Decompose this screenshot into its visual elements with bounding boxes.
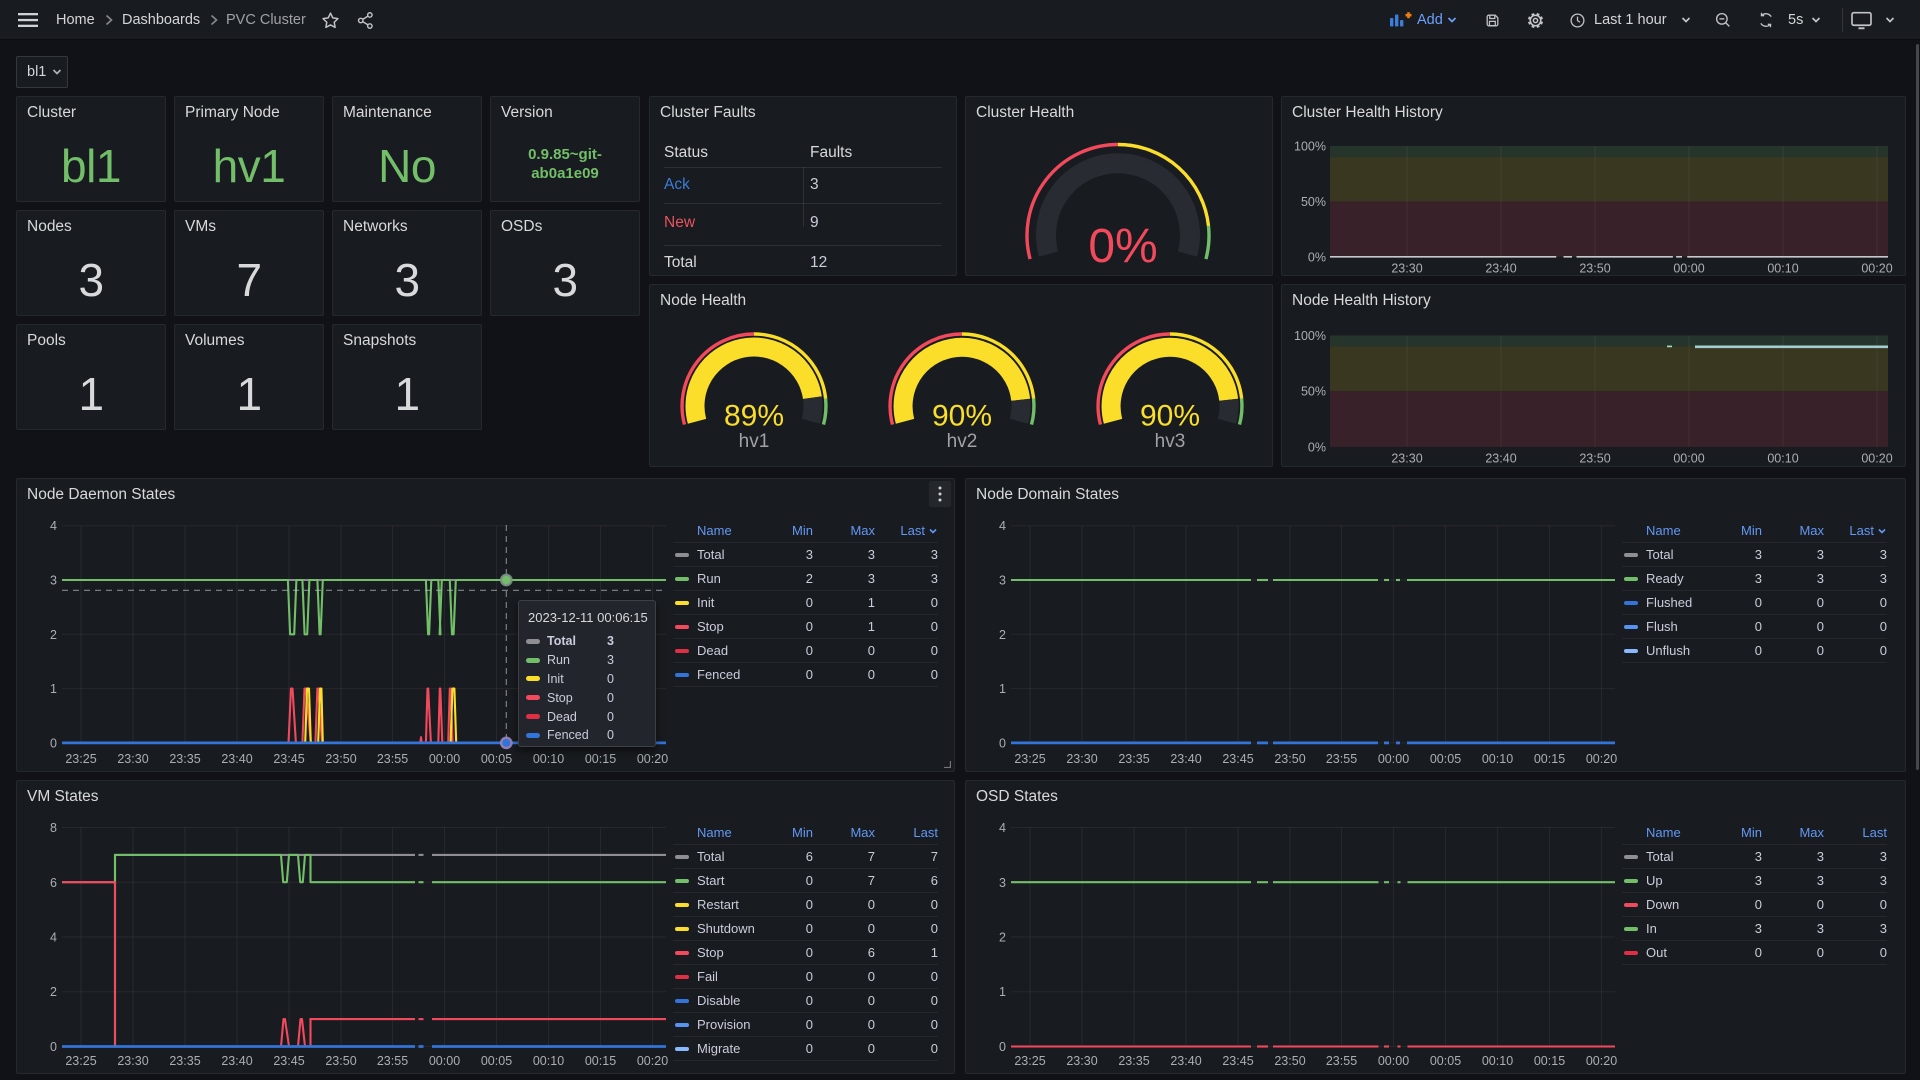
svg-text:23:35: 23:35	[1118, 1054, 1149, 1068]
svg-text:23:50: 23:50	[1274, 1054, 1305, 1068]
svg-text:23:35: 23:35	[169, 752, 200, 766]
svg-text:00:10: 00:10	[1482, 1054, 1513, 1068]
svg-text:23:50: 23:50	[1579, 451, 1610, 465]
svg-text:00:20: 00:20	[1861, 451, 1892, 465]
svg-text:23:30: 23:30	[1066, 752, 1097, 766]
svg-text:00:20: 00:20	[1586, 752, 1617, 766]
svg-text:00:15: 00:15	[1534, 752, 1565, 766]
svg-text:00:00: 00:00	[429, 1054, 460, 1068]
svg-text:23:25: 23:25	[1014, 1054, 1045, 1068]
svg-text:00:20: 00:20	[1586, 1054, 1617, 1068]
svg-text:23:45: 23:45	[273, 752, 304, 766]
svg-text:0%: 0%	[1308, 250, 1326, 264]
svg-text:2: 2	[999, 931, 1006, 945]
svg-text:0: 0	[50, 736, 57, 750]
svg-text:00:00: 00:00	[429, 752, 460, 766]
svg-text:00:20: 00:20	[637, 752, 668, 766]
svg-text:23:40: 23:40	[1485, 451, 1516, 465]
svg-text:23:30: 23:30	[117, 752, 148, 766]
svg-text:hv1: hv1	[739, 431, 770, 452]
svg-text:23:40: 23:40	[1170, 1054, 1201, 1068]
svg-text:8: 8	[50, 821, 57, 835]
svg-text:23:30: 23:30	[1391, 261, 1422, 275]
svg-text:23:50: 23:50	[1579, 261, 1610, 275]
svg-text:00:20: 00:20	[637, 1054, 668, 1068]
svg-text:50%: 50%	[1301, 195, 1326, 209]
svg-text:2: 2	[50, 985, 57, 999]
svg-text:3: 3	[999, 876, 1006, 890]
svg-text:00:15: 00:15	[585, 752, 616, 766]
svg-text:1: 1	[999, 985, 1006, 999]
svg-text:23:25: 23:25	[65, 1054, 96, 1068]
svg-text:00:00: 00:00	[1673, 261, 1704, 275]
svg-text:hv3: hv3	[1155, 431, 1186, 452]
svg-text:23:55: 23:55	[377, 752, 408, 766]
svg-text:23:55: 23:55	[1326, 752, 1357, 766]
svg-text:2: 2	[50, 628, 57, 642]
svg-text:23:45: 23:45	[273, 1054, 304, 1068]
svg-text:4: 4	[999, 821, 1006, 835]
svg-text:23:25: 23:25	[1014, 752, 1045, 766]
svg-text:4: 4	[50, 931, 57, 945]
svg-text:00:15: 00:15	[1534, 1054, 1565, 1068]
svg-text:23:50: 23:50	[325, 752, 356, 766]
svg-text:6: 6	[50, 876, 57, 890]
svg-text:0%: 0%	[1308, 440, 1326, 454]
svg-text:00:00: 00:00	[1378, 752, 1409, 766]
svg-text:90%: 90%	[1140, 400, 1200, 433]
svg-text:hv2: hv2	[947, 431, 978, 452]
svg-text:23:50: 23:50	[325, 1054, 356, 1068]
svg-text:23:45: 23:45	[1222, 1054, 1253, 1068]
svg-text:23:40: 23:40	[221, 1054, 252, 1068]
svg-text:100%: 100%	[1294, 329, 1326, 343]
svg-text:3: 3	[999, 574, 1006, 588]
svg-text:23:45: 23:45	[1222, 752, 1253, 766]
svg-text:0%: 0%	[1088, 220, 1157, 273]
svg-text:1: 1	[50, 682, 57, 696]
svg-text:00:00: 00:00	[1378, 1054, 1409, 1068]
svg-text:23:40: 23:40	[221, 752, 252, 766]
svg-text:23:40: 23:40	[1485, 261, 1516, 275]
svg-text:23:35: 23:35	[1118, 752, 1149, 766]
svg-text:0: 0	[999, 1040, 1006, 1054]
svg-text:00:10: 00:10	[1767, 451, 1798, 465]
svg-text:23:50: 23:50	[1274, 752, 1305, 766]
svg-text:4: 4	[999, 519, 1006, 533]
svg-text:00:05: 00:05	[1430, 1054, 1461, 1068]
svg-text:4: 4	[50, 519, 57, 533]
svg-text:00:20: 00:20	[1861, 261, 1892, 275]
svg-text:23:35: 23:35	[169, 1054, 200, 1068]
svg-text:89%: 89%	[724, 400, 784, 433]
svg-text:00:05: 00:05	[481, 1054, 512, 1068]
svg-text:23:30: 23:30	[117, 1054, 148, 1068]
svg-text:23:55: 23:55	[377, 1054, 408, 1068]
svg-text:23:30: 23:30	[1066, 1054, 1097, 1068]
svg-text:100%: 100%	[1294, 140, 1326, 154]
svg-text:00:15: 00:15	[585, 1054, 616, 1068]
svg-text:00:10: 00:10	[533, 1054, 564, 1068]
svg-text:2: 2	[999, 628, 1006, 642]
svg-text:00:05: 00:05	[481, 752, 512, 766]
svg-text:23:25: 23:25	[65, 752, 96, 766]
svg-text:0: 0	[999, 736, 1006, 750]
svg-text:23:55: 23:55	[1326, 1054, 1357, 1068]
svg-text:3: 3	[50, 574, 57, 588]
svg-text:1: 1	[999, 682, 1006, 696]
svg-text:00:10: 00:10	[533, 752, 564, 766]
svg-text:50%: 50%	[1301, 385, 1326, 399]
svg-text:0: 0	[50, 1040, 57, 1054]
svg-text:00:10: 00:10	[1767, 261, 1798, 275]
svg-text:00:00: 00:00	[1673, 451, 1704, 465]
svg-text:90%: 90%	[932, 400, 992, 433]
svg-text:23:30: 23:30	[1391, 451, 1422, 465]
svg-text:00:05: 00:05	[1430, 752, 1461, 766]
svg-text:23:40: 23:40	[1170, 752, 1201, 766]
svg-text:00:10: 00:10	[1482, 752, 1513, 766]
